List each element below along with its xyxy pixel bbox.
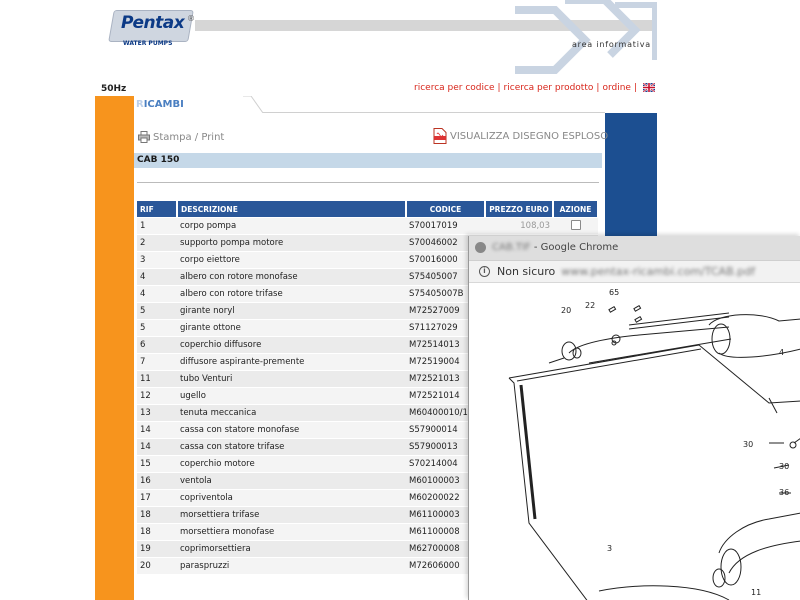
col-header-code: CODICE <box>406 201 486 218</box>
rif-cell: 17 <box>137 489 177 507</box>
description-cell: ugello <box>177 387 406 405</box>
description-cell: albero con rotore trifase <box>177 285 406 303</box>
description-cell: coprimorsettiera <box>177 540 406 558</box>
chrome-address-bar[interactable]: i Non sicuro www.pentax-ricambi.com/TCAB.… <box>469 261 800 283</box>
rif-cell: 16 <box>137 472 177 490</box>
drawing-label: 22 <box>585 301 595 310</box>
rif-cell: 2 <box>137 234 177 252</box>
description-cell: corpo eiettore <box>177 251 406 269</box>
left-orange-bar <box>95 96 134 600</box>
product-title-bar: CAB 150 <box>134 153 602 168</box>
pdf-icon <box>433 128 447 144</box>
tab-corner <box>243 96 263 113</box>
col-header-action: AZIONE <box>553 201 599 218</box>
rif-cell: 20 <box>137 557 177 575</box>
product-title: CAB 150 <box>137 155 180 165</box>
table-row: 1 corpo pompa S70017019 108,03 <box>137 217 598 235</box>
chrome-window-title: CAB.TIF - Google Chrome <box>492 242 619 253</box>
printer-icon <box>138 131 150 143</box>
select-checkbox[interactable] <box>570 219 581 230</box>
rif-cell: 4 <box>137 285 177 303</box>
registered-mark: ® <box>187 14 195 23</box>
rif-cell: 5 <box>137 319 177 337</box>
drawing-label: 30 <box>779 462 789 471</box>
description-cell: morsettiera trifase <box>177 506 406 524</box>
description-cell: tenuta meccanica <box>177 404 406 422</box>
rif-cell: 15 <box>137 455 177 473</box>
logo-subtitle: WATER PUMPS <box>123 40 173 47</box>
frequency-label: 50Hz <box>101 84 127 94</box>
drawing-label: 36 <box>779 488 789 497</box>
description-cell: ventola <box>177 472 406 490</box>
rif-cell: 12 <box>137 387 177 405</box>
rif-cell: 18 <box>137 523 177 541</box>
logo-text: Pentax <box>121 13 185 33</box>
description-cell: cassa con statore trifase <box>177 438 406 456</box>
nav-order[interactable]: ordine <box>602 83 631 93</box>
nav-separator: | <box>497 83 501 93</box>
uk-flag-icon[interactable] <box>643 83 655 92</box>
price-cell: 108,03 <box>485 217 553 235</box>
table-header-row: RIF DESCRIZIONE CODICE PREZZO EURO AZION… <box>137 201 599 218</box>
col-header-description: DESCRIZIONE <box>177 201 407 218</box>
drawing-label: 3 <box>607 544 612 553</box>
action-cell <box>553 217 598 235</box>
print-link[interactable]: Stampa / Print <box>138 131 224 143</box>
exploded-drawing-label: VISUALIZZA DISEGNO ESPLOSO <box>450 130 609 142</box>
rif-cell: 14 <box>137 438 177 456</box>
nav-search-by-code[interactable]: ricerca per codice <box>414 83 494 93</box>
description-cell: corpo pompa <box>177 217 406 235</box>
rif-cell: 7 <box>137 353 177 371</box>
divider <box>137 182 599 183</box>
description-cell: paraspruzzi <box>177 557 406 575</box>
pentax-logo[interactable]: Pentax WATER PUMPS ® <box>103 6 195 48</box>
chrome-popup-window[interactable]: CAB.TIF - Google Chrome i Non sicuro www.… <box>468 236 800 600</box>
description-cell: copriventola <box>177 489 406 507</box>
description-cell: coperchio diffusore <box>177 336 406 354</box>
description-cell: tubo Venturi <box>177 370 406 388</box>
drawing-label: 4 <box>779 348 784 357</box>
address-text: Non sicuro www.pentax-ricambi.com/TCAB.pd… <box>497 265 755 278</box>
description-cell: girante noryl <box>177 302 406 320</box>
security-label: Non sicuro <box>497 265 556 278</box>
rif-cell: 18 <box>137 506 177 524</box>
drawing-label: 65 <box>609 288 619 297</box>
description-cell: cassa con statore monofase <box>177 421 406 439</box>
area-info-link[interactable]: area informativa <box>572 40 651 49</box>
description-cell: albero con rotore monofase <box>177 268 406 286</box>
rif-cell: 1 <box>137 217 177 235</box>
rif-cell: 14 <box>137 421 177 439</box>
rif-cell: 4 <box>137 268 177 286</box>
rif-cell: 11 <box>137 370 177 388</box>
info-icon[interactable]: i <box>479 266 490 277</box>
rif-cell: 3 <box>137 251 177 269</box>
nav-separator: | <box>633 83 637 93</box>
exploded-drawing: 20 22 65 4 30 30 36 3 11 <box>508 288 800 600</box>
rif-cell: 13 <box>137 404 177 422</box>
col-header-price: PREZZO EURO <box>485 201 554 218</box>
chrome-icon <box>475 242 486 253</box>
description-cell: coperchio motore <box>177 455 406 473</box>
drawing-label: 30 <box>743 440 753 449</box>
col-header-rif: RIF <box>137 201 178 218</box>
section-title: RICAMBI <box>136 99 184 110</box>
view-exploded-drawing-link[interactable]: VISUALIZZA DISEGNO ESPLOSO <box>433 128 608 144</box>
description-cell: morsettiera monofase <box>177 523 406 541</box>
description-cell: diffusore aspirante-premente <box>177 353 406 371</box>
rif-cell: 6 <box>137 336 177 354</box>
drawing-label: 11 <box>751 588 761 597</box>
top-nav: ricerca per codice | ricerca per prodotto |… <box>414 83 655 93</box>
print-label: Stampa / Print <box>153 131 225 143</box>
description-cell: girante ottone <box>177 319 406 337</box>
drawing-label: 20 <box>561 306 571 315</box>
code-cell: S70017019 <box>406 217 485 235</box>
chrome-title-bar[interactable]: CAB.TIF - Google Chrome <box>469 236 800 261</box>
description-cell: supporto pompa motore <box>177 234 406 252</box>
rif-cell: 19 <box>137 540 177 558</box>
nav-search-by-product[interactable]: ricerca per prodotto <box>504 83 594 93</box>
url-text: www.pentax-ricambi.com/TCAB.pdf <box>561 265 755 278</box>
rif-cell: 5 <box>137 302 177 320</box>
